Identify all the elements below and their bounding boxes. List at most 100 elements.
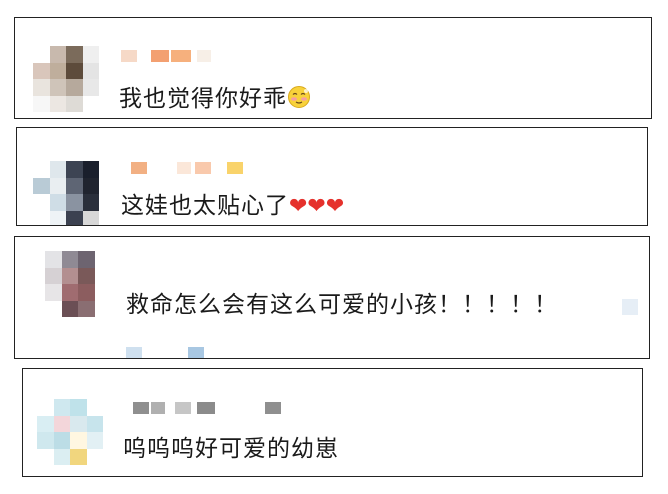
avatar-pixel [33, 194, 50, 211]
username-pixel [131, 162, 147, 174]
red-heart-icon: ❤❤❤ [289, 194, 345, 219]
avatar-pixel [61, 267, 78, 284]
avatar-pixel [70, 399, 87, 416]
username-pixel [177, 162, 191, 174]
avatar-pixel [33, 161, 50, 178]
avatar-pixel [66, 161, 83, 178]
avatar-pixel [33, 46, 50, 63]
avatar-pixel [78, 251, 95, 268]
username-pixel [265, 402, 281, 414]
avatar-pixel [33, 62, 50, 79]
comment-text: 我也觉得你好乖 [119, 79, 311, 115]
username-pixel [151, 402, 165, 414]
avatar[interactable] [33, 46, 99, 112]
avatar-pixel [70, 432, 87, 449]
username-pixel [151, 50, 169, 62]
avatar-pixel [66, 46, 83, 63]
avatar-pixel [82, 177, 99, 194]
username-blurred[interactable] [133, 402, 293, 414]
avatar-pixel [33, 177, 50, 194]
avatar-pixel [94, 251, 111, 268]
avatar-pixel [66, 95, 83, 112]
avatar-pixel [45, 284, 62, 301]
avatar-pixel [33, 79, 50, 96]
username-blurred-next[interactable] [126, 347, 216, 358]
username-pixel [197, 50, 211, 62]
avatar-pixel [37, 432, 54, 449]
avatar-pixel [78, 284, 95, 301]
username-blurred[interactable] [131, 162, 251, 174]
comment-text-content: 救命怎么会有这么可爱的小孩！！！！！ [126, 292, 558, 318]
avatar-pixel [86, 448, 103, 465]
side-decoration [622, 299, 638, 315]
avatar-pixel [45, 251, 62, 268]
comment-card-4: 呜呜呜好可爱的幼崽 [22, 368, 643, 477]
avatar-pixel [82, 194, 99, 211]
avatar-pixel [37, 399, 54, 416]
avatar-pixel [33, 210, 50, 225]
avatar-pixel [53, 399, 70, 416]
avatar-pixel [53, 432, 70, 449]
avatar[interactable] [45, 251, 111, 317]
avatar-pixel [86, 432, 103, 449]
avatar[interactable] [33, 161, 99, 225]
username-pixel [126, 347, 142, 358]
avatar-pixel [49, 62, 66, 79]
avatar-pixel [78, 300, 95, 317]
avatar-pixel [61, 300, 78, 317]
avatar-pixel [66, 194, 83, 211]
avatar-pixel [49, 79, 66, 96]
comment-card-3: 救命怎么会有这么可爱的小孩！！！！！ [14, 236, 650, 359]
avatar-pixel [82, 79, 99, 96]
username-pixel [188, 347, 204, 358]
comment-card-2: 这娃也太贴心了❤❤❤ [16, 127, 648, 226]
avatar-pixel [66, 79, 83, 96]
avatar-pixel [66, 177, 83, 194]
avatar-pixel [94, 284, 111, 301]
avatar-pixel [86, 399, 103, 416]
username-pixel [197, 402, 215, 414]
avatar[interactable] [37, 399, 103, 465]
avatar-pixel [70, 415, 87, 432]
avatar-pixel [66, 62, 83, 79]
avatar-pixel [49, 46, 66, 63]
avatar-pixel [49, 210, 66, 225]
avatar-pixel [86, 415, 103, 432]
shy-face-emoji-icon [287, 85, 311, 115]
avatar-pixel [49, 95, 66, 112]
username-pixel [171, 50, 191, 62]
avatar-pixel [61, 284, 78, 301]
avatar-pixel [45, 300, 62, 317]
username-blurred[interactable] [121, 50, 211, 62]
avatar-pixel [82, 161, 99, 178]
username-pixel [195, 162, 211, 174]
avatar-pixel [49, 194, 66, 211]
username-pixel [175, 402, 191, 414]
avatar-pixel [61, 251, 78, 268]
avatar-pixel [37, 448, 54, 465]
avatar-pixel [53, 415, 70, 432]
comment-text-content: 呜呜呜好可爱的幼崽 [123, 436, 339, 462]
username-pixel [133, 402, 149, 414]
avatar-pixel [37, 415, 54, 432]
comment-text: 救命怎么会有这么可爱的小孩！！！！！ [126, 285, 558, 319]
avatar-pixel [82, 46, 99, 63]
username-pixel [227, 162, 243, 174]
avatar-pixel [78, 267, 95, 284]
avatar-pixel [53, 448, 70, 465]
avatar-pixel [66, 210, 83, 225]
avatar-pixel [45, 267, 62, 284]
comment-text-content: 我也觉得你好乖 [119, 86, 287, 112]
avatar-pixel [49, 161, 66, 178]
username-pixel [121, 50, 137, 62]
comment-text: 呜呜呜好可爱的幼崽 [123, 429, 339, 463]
avatar-pixel [82, 62, 99, 79]
comment-text: 这娃也太贴心了❤❤❤ [121, 186, 344, 220]
avatar-pixel [49, 177, 66, 194]
comment-text-content: 这娃也太贴心了 [121, 193, 289, 219]
avatar-pixel [94, 267, 111, 284]
avatar-pixel [94, 300, 111, 317]
avatar-pixel [33, 95, 50, 112]
comment-card-1: 我也觉得你好乖 [14, 17, 652, 119]
avatar-pixel [82, 95, 99, 112]
